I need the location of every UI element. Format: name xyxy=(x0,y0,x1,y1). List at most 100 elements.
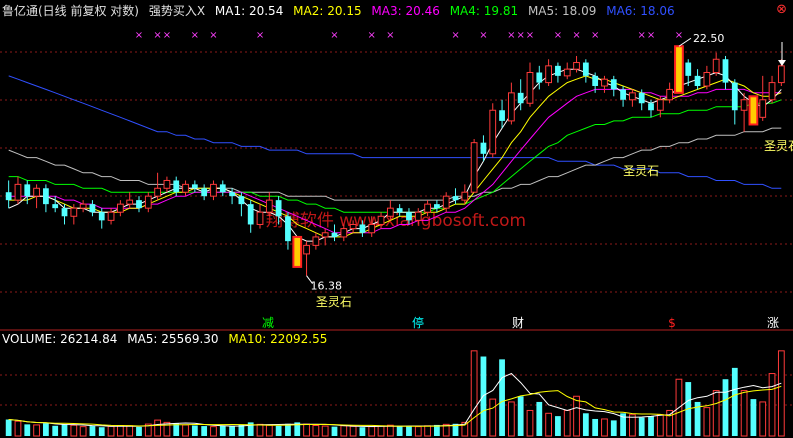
buy-marker: × xyxy=(135,30,143,41)
signal-bar xyxy=(292,235,303,268)
candle-body xyxy=(33,187,40,197)
buy-marker: × xyxy=(368,30,376,41)
buy-marker: × xyxy=(507,30,515,41)
volume-bar xyxy=(563,409,571,437)
volume-bar xyxy=(79,426,87,437)
volume-bar xyxy=(424,425,431,437)
candle-body xyxy=(406,212,412,221)
candle-body xyxy=(629,92,636,101)
volume-bar xyxy=(731,367,738,436)
candle-body xyxy=(480,142,487,154)
volume-bar xyxy=(229,426,235,436)
candle-body xyxy=(712,58,720,74)
buy-marker: × xyxy=(647,30,655,41)
buy-marker: × xyxy=(638,30,646,41)
indicator-name: 强势买入X xyxy=(148,4,206,18)
volume-bar xyxy=(154,419,161,437)
volume-bar xyxy=(396,425,403,436)
volume-bar xyxy=(312,424,320,437)
arrow-icon xyxy=(778,60,786,66)
volume-bar xyxy=(386,424,394,437)
ma1-legend: MA1: 20.54 xyxy=(214,4,284,18)
volume-bar xyxy=(359,427,366,436)
volume-bar xyxy=(210,426,217,437)
candle-body xyxy=(666,88,674,101)
volume-bar xyxy=(750,399,757,436)
buy-marker: × xyxy=(516,30,524,41)
buy-marker: × xyxy=(591,30,599,41)
volume-bar xyxy=(5,419,12,436)
volume-bar xyxy=(414,426,422,437)
candle-body xyxy=(648,103,654,111)
volume-bar xyxy=(33,424,40,437)
volume-bar xyxy=(648,416,654,436)
close-icon[interactable]: ⊗ xyxy=(776,2,787,17)
volume-bar xyxy=(507,401,515,437)
volume-bar xyxy=(275,425,282,436)
volume-bar xyxy=(555,416,561,436)
volume-bar xyxy=(536,401,543,436)
kline-chart[interactable]: 翔博软件 www.xiangbosoft.com× × × × × × × × × × × × × × × ×… xyxy=(0,0,793,438)
volume-bar xyxy=(610,420,617,436)
candle-body xyxy=(740,99,748,111)
volume-bar xyxy=(182,424,189,437)
signal-label: 停 xyxy=(412,315,424,330)
candle-body xyxy=(191,184,198,189)
volume-bar xyxy=(601,418,608,437)
candle-body xyxy=(759,99,767,118)
ma5-legend: MA5: 18.09 xyxy=(527,4,597,18)
stone-label: 圣灵石 xyxy=(316,295,352,309)
candle-body xyxy=(136,200,142,209)
candle-body xyxy=(163,179,171,189)
candle-body xyxy=(126,199,134,205)
candle-body xyxy=(359,224,366,233)
candle-body xyxy=(768,82,776,101)
volume-bar xyxy=(349,425,357,437)
buy-marker: × xyxy=(554,30,562,41)
buy-marker: × xyxy=(153,30,161,41)
ma6-legend: MA6: 18.06 xyxy=(606,4,675,18)
buy-marker: × xyxy=(191,30,199,41)
volume-bar xyxy=(656,414,664,437)
candle-body xyxy=(61,208,68,217)
volume-bar xyxy=(219,425,226,436)
volume-bar xyxy=(126,425,134,437)
candle-body xyxy=(703,72,711,87)
candle-body xyxy=(340,228,348,238)
candle-body xyxy=(173,180,180,193)
volume-bar xyxy=(592,418,599,436)
volume-bar xyxy=(303,423,310,437)
candle-body xyxy=(434,204,440,209)
candle-body xyxy=(79,203,87,209)
candle-body xyxy=(499,110,505,121)
low-price-label: 16.38 xyxy=(311,280,343,293)
candle-body xyxy=(52,204,59,209)
candle-body xyxy=(656,99,664,111)
candle-body xyxy=(582,62,589,76)
candle-body xyxy=(573,62,580,70)
candle-body xyxy=(489,109,497,155)
candle-body xyxy=(386,207,394,217)
volume-bar xyxy=(116,424,124,437)
volume-ma5-line xyxy=(8,372,782,428)
volume-bar xyxy=(89,426,96,436)
candle-body xyxy=(685,62,692,76)
candle-body xyxy=(24,184,31,197)
volume-bar xyxy=(722,379,729,436)
volume-bar xyxy=(489,398,497,437)
candle-body xyxy=(5,192,12,201)
volume-bar xyxy=(377,425,385,437)
volume-bar xyxy=(98,427,105,436)
candle-body xyxy=(368,223,376,234)
candle-body xyxy=(256,211,264,225)
candle-body xyxy=(545,65,552,84)
candle-body xyxy=(470,142,478,193)
buy-marker: × xyxy=(526,30,534,41)
stock-title: 鲁亿通(日线 前复权 对数) xyxy=(2,4,139,18)
candle-body xyxy=(285,216,291,242)
candle-body xyxy=(517,92,524,104)
candle-body xyxy=(722,59,729,83)
candle-body xyxy=(229,192,235,197)
ma5-line xyxy=(8,127,782,201)
candle-body xyxy=(461,191,469,201)
